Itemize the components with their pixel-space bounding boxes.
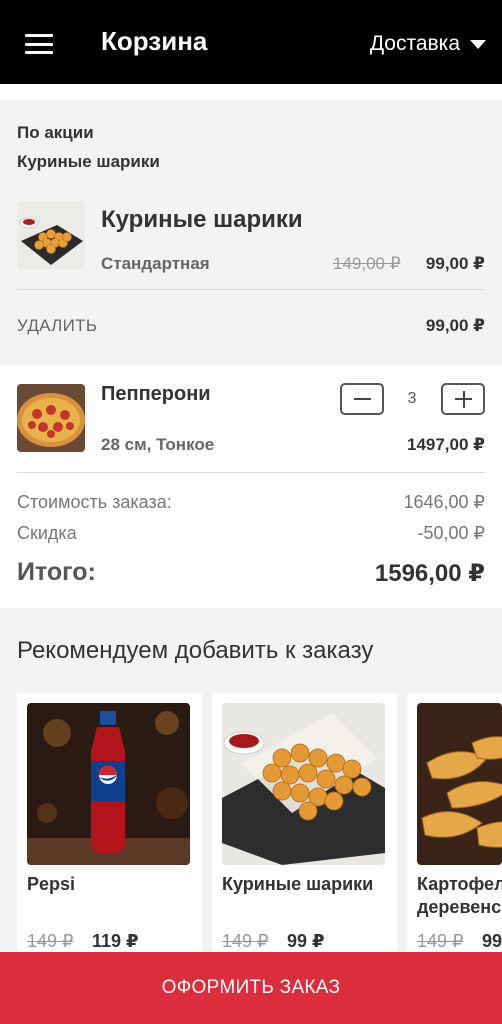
cart-section: Пепперони 28 см, Тонкое 3 1497,00 ₽ Стои… <box>0 365 502 608</box>
recommendation-old-price: 149 ₽ <box>222 931 269 951</box>
cart-item-name: Пепперони <box>101 383 211 405</box>
promo-subheading: Куриные шарики <box>17 152 160 171</box>
recommendation-card[interactable]: Pepsi 149 ₽ 119 ₽ <box>17 693 202 963</box>
pepsi-image <box>27 703 190 865</box>
recommendation-name: Pepsi <box>27 874 76 894</box>
discount-label: Скидка <box>17 523 77 543</box>
promo-item-old-price: 149,00 ₽ <box>333 254 401 273</box>
recommendation-price: 119 ₽ <box>92 931 139 951</box>
total-label: Итого: <box>17 558 96 586</box>
page-title: Корзина <box>101 26 208 56</box>
top-spacer <box>0 84 502 100</box>
recommendation-price: 99 ₽ <box>287 931 325 951</box>
order-cost-label: Стоимость заказа: <box>17 492 172 512</box>
chicken-balls-thumbnail <box>17 201 85 269</box>
promo-section: По акции Куриные шарики Куриные шарики С… <box>0 100 502 365</box>
recommendation-old-price: 149 ₽ <box>417 931 464 951</box>
minus-icon <box>354 398 371 400</box>
caret-down-icon <box>470 39 486 49</box>
total-value: 1596,00 ₽ <box>374 560 485 587</box>
order-cost-value: 1646,00 ₽ <box>403 492 485 512</box>
recommendation-name: Куриные шарики <box>222 874 374 894</box>
promo-item-price: 99,00 ₽ <box>425 254 485 273</box>
promo-heading: По акции <box>17 123 94 142</box>
delete-promo-button[interactable]: УДАЛИТЬ <box>17 316 97 336</box>
quantity-value: 3 <box>407 390 417 407</box>
decrease-quantity-button[interactable] <box>340 383 384 415</box>
potato-wedges-image <box>417 703 502 865</box>
cart-item-variant: 28 см, Тонкое <box>101 435 215 454</box>
chicken-balls-image <box>222 703 385 865</box>
delivery-mode-label: Доставка <box>369 32 460 55</box>
promo-item-name: Куриные шарики <box>101 206 303 233</box>
recommendation-card[interactable]: Куриные шарики 149 ₽ 99 ₽ <box>212 693 397 963</box>
recommendation-name: Картофель по-деревенски <box>417 874 502 917</box>
divider <box>17 289 485 290</box>
cart-item-price: 1497,00 ₽ <box>406 435 485 454</box>
promo-total: 99,00 ₽ <box>425 316 485 335</box>
increase-quantity-button[interactable] <box>441 383 485 415</box>
discount-value: -50,00 ₽ <box>417 523 486 543</box>
recommendation-card[interactable]: Картофель по-деревенски 149 ₽ 99 ₽ <box>407 693 502 963</box>
hamburger-menu-icon[interactable] <box>25 34 53 54</box>
delivery-mode-dropdown[interactable]: Доставка <box>370 32 486 56</box>
recommendations-title: Рекомендуем добавить к заказу <box>17 637 374 664</box>
promo-item-variant: Стандартная <box>101 254 210 273</box>
app-bar: Корзина Доставка <box>0 0 502 84</box>
divider <box>17 472 485 473</box>
recommendation-old-price: 149 ₽ <box>27 931 74 951</box>
checkout-button[interactable]: ОФОРМИТЬ ЗАКАЗ <box>0 952 502 1024</box>
pepperoni-thumbnail <box>17 384 85 452</box>
